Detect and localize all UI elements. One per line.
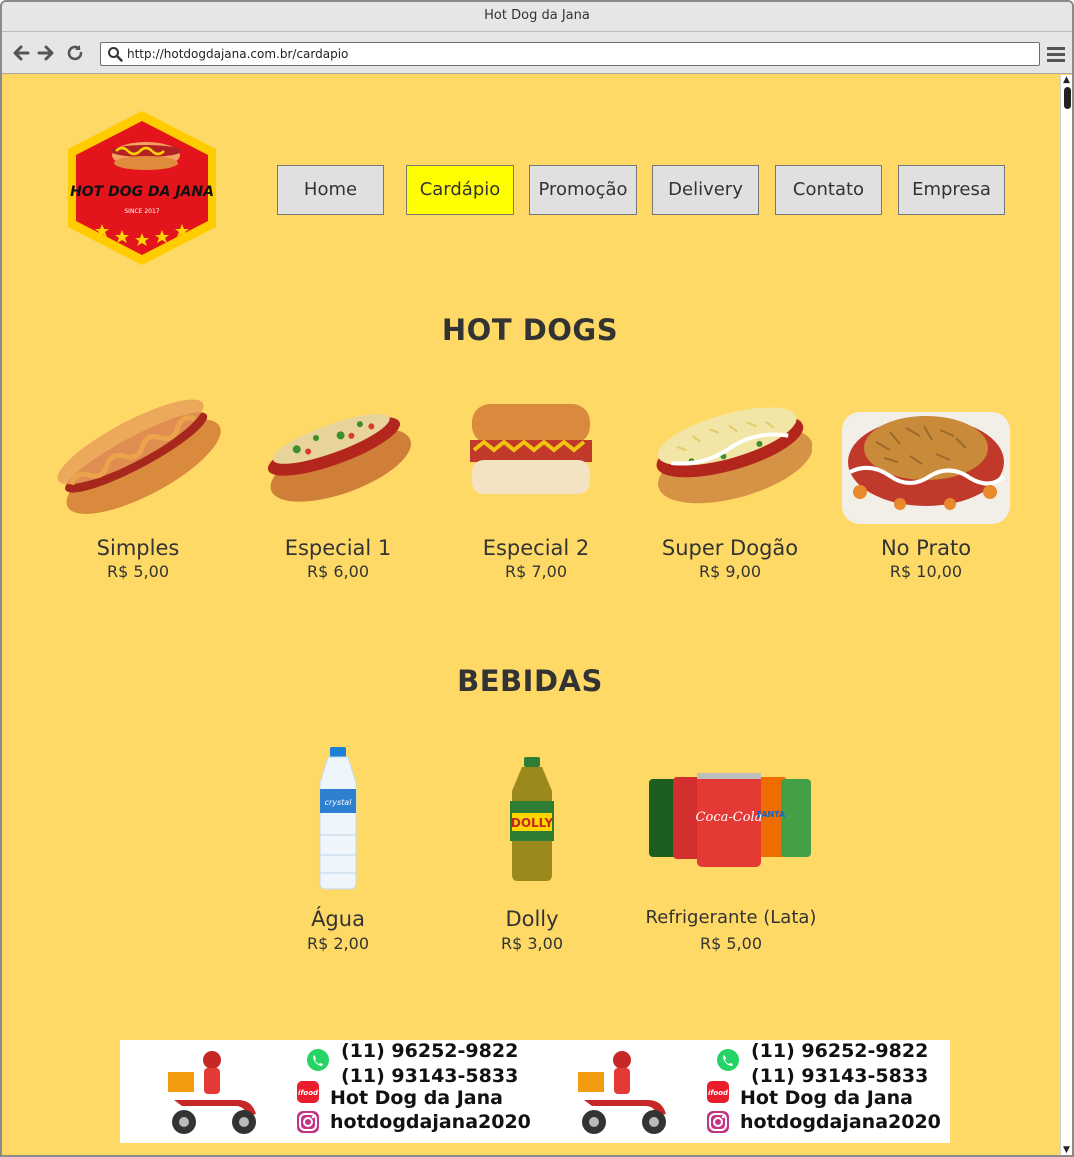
browser-toolbar: http://hotdogdajana.com.br/cardapio	[2, 32, 1072, 74]
contact-block: (11) 96252-9822 (11) 93143-5833 ifood Ho…	[120, 1040, 531, 1143]
nav-empresa-button[interactable]: Empresa	[898, 165, 1005, 215]
hot-dog-super-dogao-image	[656, 407, 812, 504]
hot-dog-simples-image	[57, 399, 221, 514]
product-card[interactable]: No Prato R$ 10,00	[840, 380, 1012, 581]
back-arrow-icon[interactable]	[10, 42, 32, 64]
phone-number: (11) 93143-5833	[751, 1065, 929, 1087]
product-price: R$ 5,00	[106, 562, 169, 581]
product-name: Dolly	[505, 907, 559, 931]
address-bar[interactable]: http://hotdogdajana.com.br/cardapio	[100, 42, 1040, 66]
forward-arrow-icon[interactable]	[35, 42, 57, 64]
instagram-handle: hotdogdajana2020	[740, 1111, 941, 1133]
product-card[interactable]: Simples R$ 5,00	[52, 380, 224, 581]
svg-text:HOT DOG DA JANA: HOT DOG DA JANA	[70, 184, 214, 200]
ifood-icon: ifood	[297, 1081, 319, 1103]
hot-dog-da-jana-logo[interactable]: HOT DOG DA JANA SINCE 2017	[64, 109, 220, 267]
whatsapp-number: (11) 96252-9822	[341, 1040, 519, 1062]
delivery-scooter-icon	[168, 1051, 256, 1134]
hot-dog-especial-2-image	[470, 404, 592, 494]
whatsapp-icon	[717, 1049, 739, 1071]
product-name: Refrigerante (Lata)	[645, 907, 817, 928]
scroll-up-icon[interactable]: ▲	[1063, 75, 1070, 85]
nav-contato-button[interactable]: Contato	[775, 165, 882, 215]
scroll-thumb[interactable]	[1064, 87, 1071, 109]
vertical-scrollbar[interactable]: ▲ ▼	[1060, 75, 1072, 1155]
instagram-icon	[707, 1111, 729, 1133]
ifood-name: Hot Dog da Jana	[330, 1087, 503, 1109]
product-price: R$ 2,00	[306, 934, 369, 953]
svg-text:crystal: crystal	[325, 798, 353, 807]
contact-block: (11) 96252-9822 (11) 93143-5833 ifood Ho…	[530, 1040, 941, 1143]
bebidas-section-title: BEBIDAS	[457, 664, 603, 698]
product-name: Água	[311, 907, 365, 931]
product-price: R$ 5,00	[699, 934, 762, 953]
reload-icon[interactable]	[64, 42, 86, 64]
product-name: Especial 2	[482, 536, 590, 560]
product-card[interactable]: Especial 2 R$ 7,00	[450, 380, 622, 581]
whatsapp-number: (11) 96252-9822	[751, 1040, 929, 1062]
contact-banner: (11) 96252-9822 (11) 93143-5833 ifood Ho…	[120, 1040, 950, 1143]
nav-cardapio-button[interactable]: Cardápio	[406, 165, 514, 215]
svg-text:DOLLY: DOLLY	[511, 816, 554, 830]
product-card[interactable]: Especial 1 R$ 6,00	[252, 380, 424, 581]
ifood-icon: ifood	[707, 1081, 729, 1103]
whatsapp-icon	[307, 1049, 329, 1071]
hamburger-menu-icon[interactable]	[1046, 44, 1066, 64]
url-text: http://hotdogdajana.com.br/cardapio	[127, 47, 349, 61]
product-card[interactable]: Super Dogão R$ 9,00	[644, 380, 816, 581]
product-name: No Prato	[880, 536, 972, 560]
product-card[interactable]: crystal Água R$ 2,00	[258, 745, 418, 955]
product-card[interactable]: Coca-Cola FANTA Refrigerante (Lata) R$ 5…	[639, 745, 823, 955]
ifood-name: Hot Dog da Jana	[740, 1087, 913, 1109]
product-price: R$ 3,00	[500, 934, 563, 953]
scroll-down-icon[interactable]: ▼	[1063, 1145, 1070, 1155]
agua-bottle-image: crystal	[319, 747, 357, 890]
window-title: Hot Dog da Jana	[2, 2, 1072, 32]
svg-text:ifood: ifood	[298, 1089, 319, 1097]
nav-home-button[interactable]: Home	[277, 165, 384, 215]
product-price: R$ 9,00	[698, 562, 761, 581]
hotdogs-section-title: HOT DOGS	[441, 313, 619, 347]
search-icon	[108, 47, 123, 62]
svg-text:Coca-Cola: Coca-Cola	[696, 810, 763, 825]
product-price: R$ 6,00	[306, 562, 369, 581]
product-price: R$ 10,00	[889, 562, 963, 581]
dolly-bottle-image: DOLLY	[510, 757, 554, 881]
refrigerante-cans-image: Coca-Cola FANTA	[649, 773, 811, 867]
svg-text:FANTA: FANTA	[757, 810, 786, 819]
hot-dog-no-prato-image	[842, 412, 1010, 524]
nav-promocao-button[interactable]: Promoção	[529, 165, 637, 215]
product-name: Simples	[96, 536, 180, 560]
product-name: Especial 1	[284, 536, 392, 560]
product-name: Super Dogão	[661, 536, 799, 560]
delivery-scooter-icon	[578, 1051, 666, 1134]
svg-text:SINCE 2017: SINCE 2017	[124, 208, 159, 215]
instagram-handle: hotdogdajana2020	[330, 1111, 531, 1133]
page-content: HOT DOG DA JANA SINCE 2017 Home Cardápio…	[2, 75, 1058, 1155]
browser-window: Hot Dog da Jana http://hotdogdajana.com.…	[0, 0, 1074, 1157]
nav-delivery-button[interactable]: Delivery	[652, 165, 759, 215]
svg-text:ifood: ifood	[708, 1089, 729, 1097]
hot-dog-especial-1-image	[267, 413, 411, 502]
product-card[interactable]: DOLLY Dolly R$ 3,00	[452, 745, 612, 955]
instagram-icon	[297, 1111, 319, 1133]
product-price: R$ 7,00	[504, 562, 567, 581]
phone-number: (11) 93143-5833	[341, 1065, 519, 1087]
